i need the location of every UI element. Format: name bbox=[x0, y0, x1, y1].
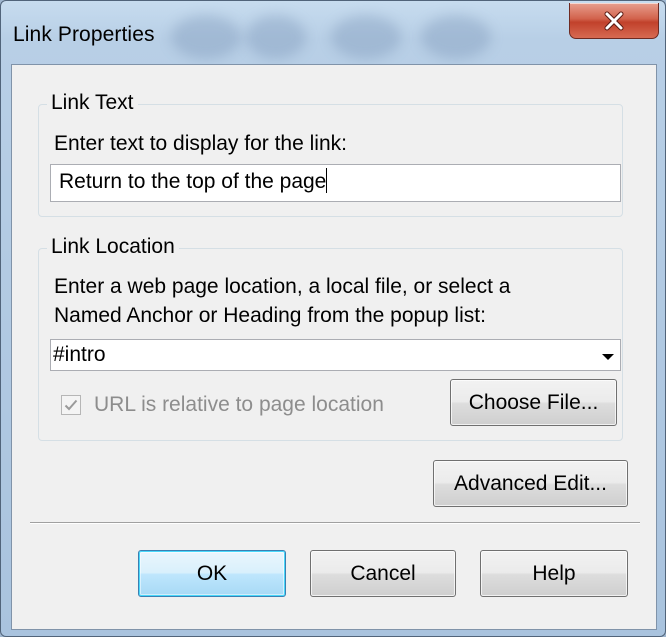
cancel-button[interactable]: Cancel bbox=[310, 550, 456, 597]
close-icon bbox=[604, 11, 624, 30]
relative-url-checkbox-row[interactable]: URL is relative to page location bbox=[61, 393, 384, 417]
link-location-combobox[interactable]: #intro bbox=[50, 339, 621, 371]
link-location-group-title: Link Location bbox=[47, 235, 179, 259]
chevron-down-icon[interactable] bbox=[602, 354, 614, 360]
link-text-group-title: Link Text bbox=[47, 91, 138, 115]
separator bbox=[30, 522, 640, 524]
link-text-prompt: Enter text to display for the link: bbox=[54, 132, 347, 155]
dialog-window: Link Properties Link Text Enter text to … bbox=[0, 0, 666, 637]
window-title: Link Properties bbox=[13, 23, 155, 46]
text-caret bbox=[326, 168, 328, 193]
link-location-prompt-line2: Named Anchor or Heading from the popup l… bbox=[54, 304, 486, 327]
titlebar-glass-reflection bbox=[171, 15, 241, 59]
checkmark-icon bbox=[64, 399, 78, 411]
relative-url-label: URL is relative to page location bbox=[94, 393, 384, 416]
close-button[interactable] bbox=[569, 3, 659, 39]
advanced-edit-button[interactable]: Advanced Edit... bbox=[433, 460, 628, 507]
titlebar-glass-reflection bbox=[246, 15, 306, 59]
dialog-client-area: Link Text Enter text to display for the … bbox=[11, 64, 657, 630]
link-location-prompt-line1: Enter a web page location, a local file,… bbox=[54, 275, 511, 298]
link-location-value: #intro bbox=[53, 343, 106, 366]
ok-button[interactable]: OK bbox=[138, 550, 286, 597]
titlebar-glass-reflection bbox=[421, 15, 491, 59]
titlebar-glass-reflection bbox=[331, 15, 401, 59]
choose-file-button[interactable]: Choose File... bbox=[450, 379, 617, 426]
relative-url-checkbox[interactable] bbox=[61, 395, 81, 415]
link-text-value: Return to the top of the page bbox=[59, 170, 327, 193]
link-text-input[interactable]: Return to the top of the page bbox=[50, 164, 621, 202]
help-button[interactable]: Help bbox=[480, 550, 628, 597]
